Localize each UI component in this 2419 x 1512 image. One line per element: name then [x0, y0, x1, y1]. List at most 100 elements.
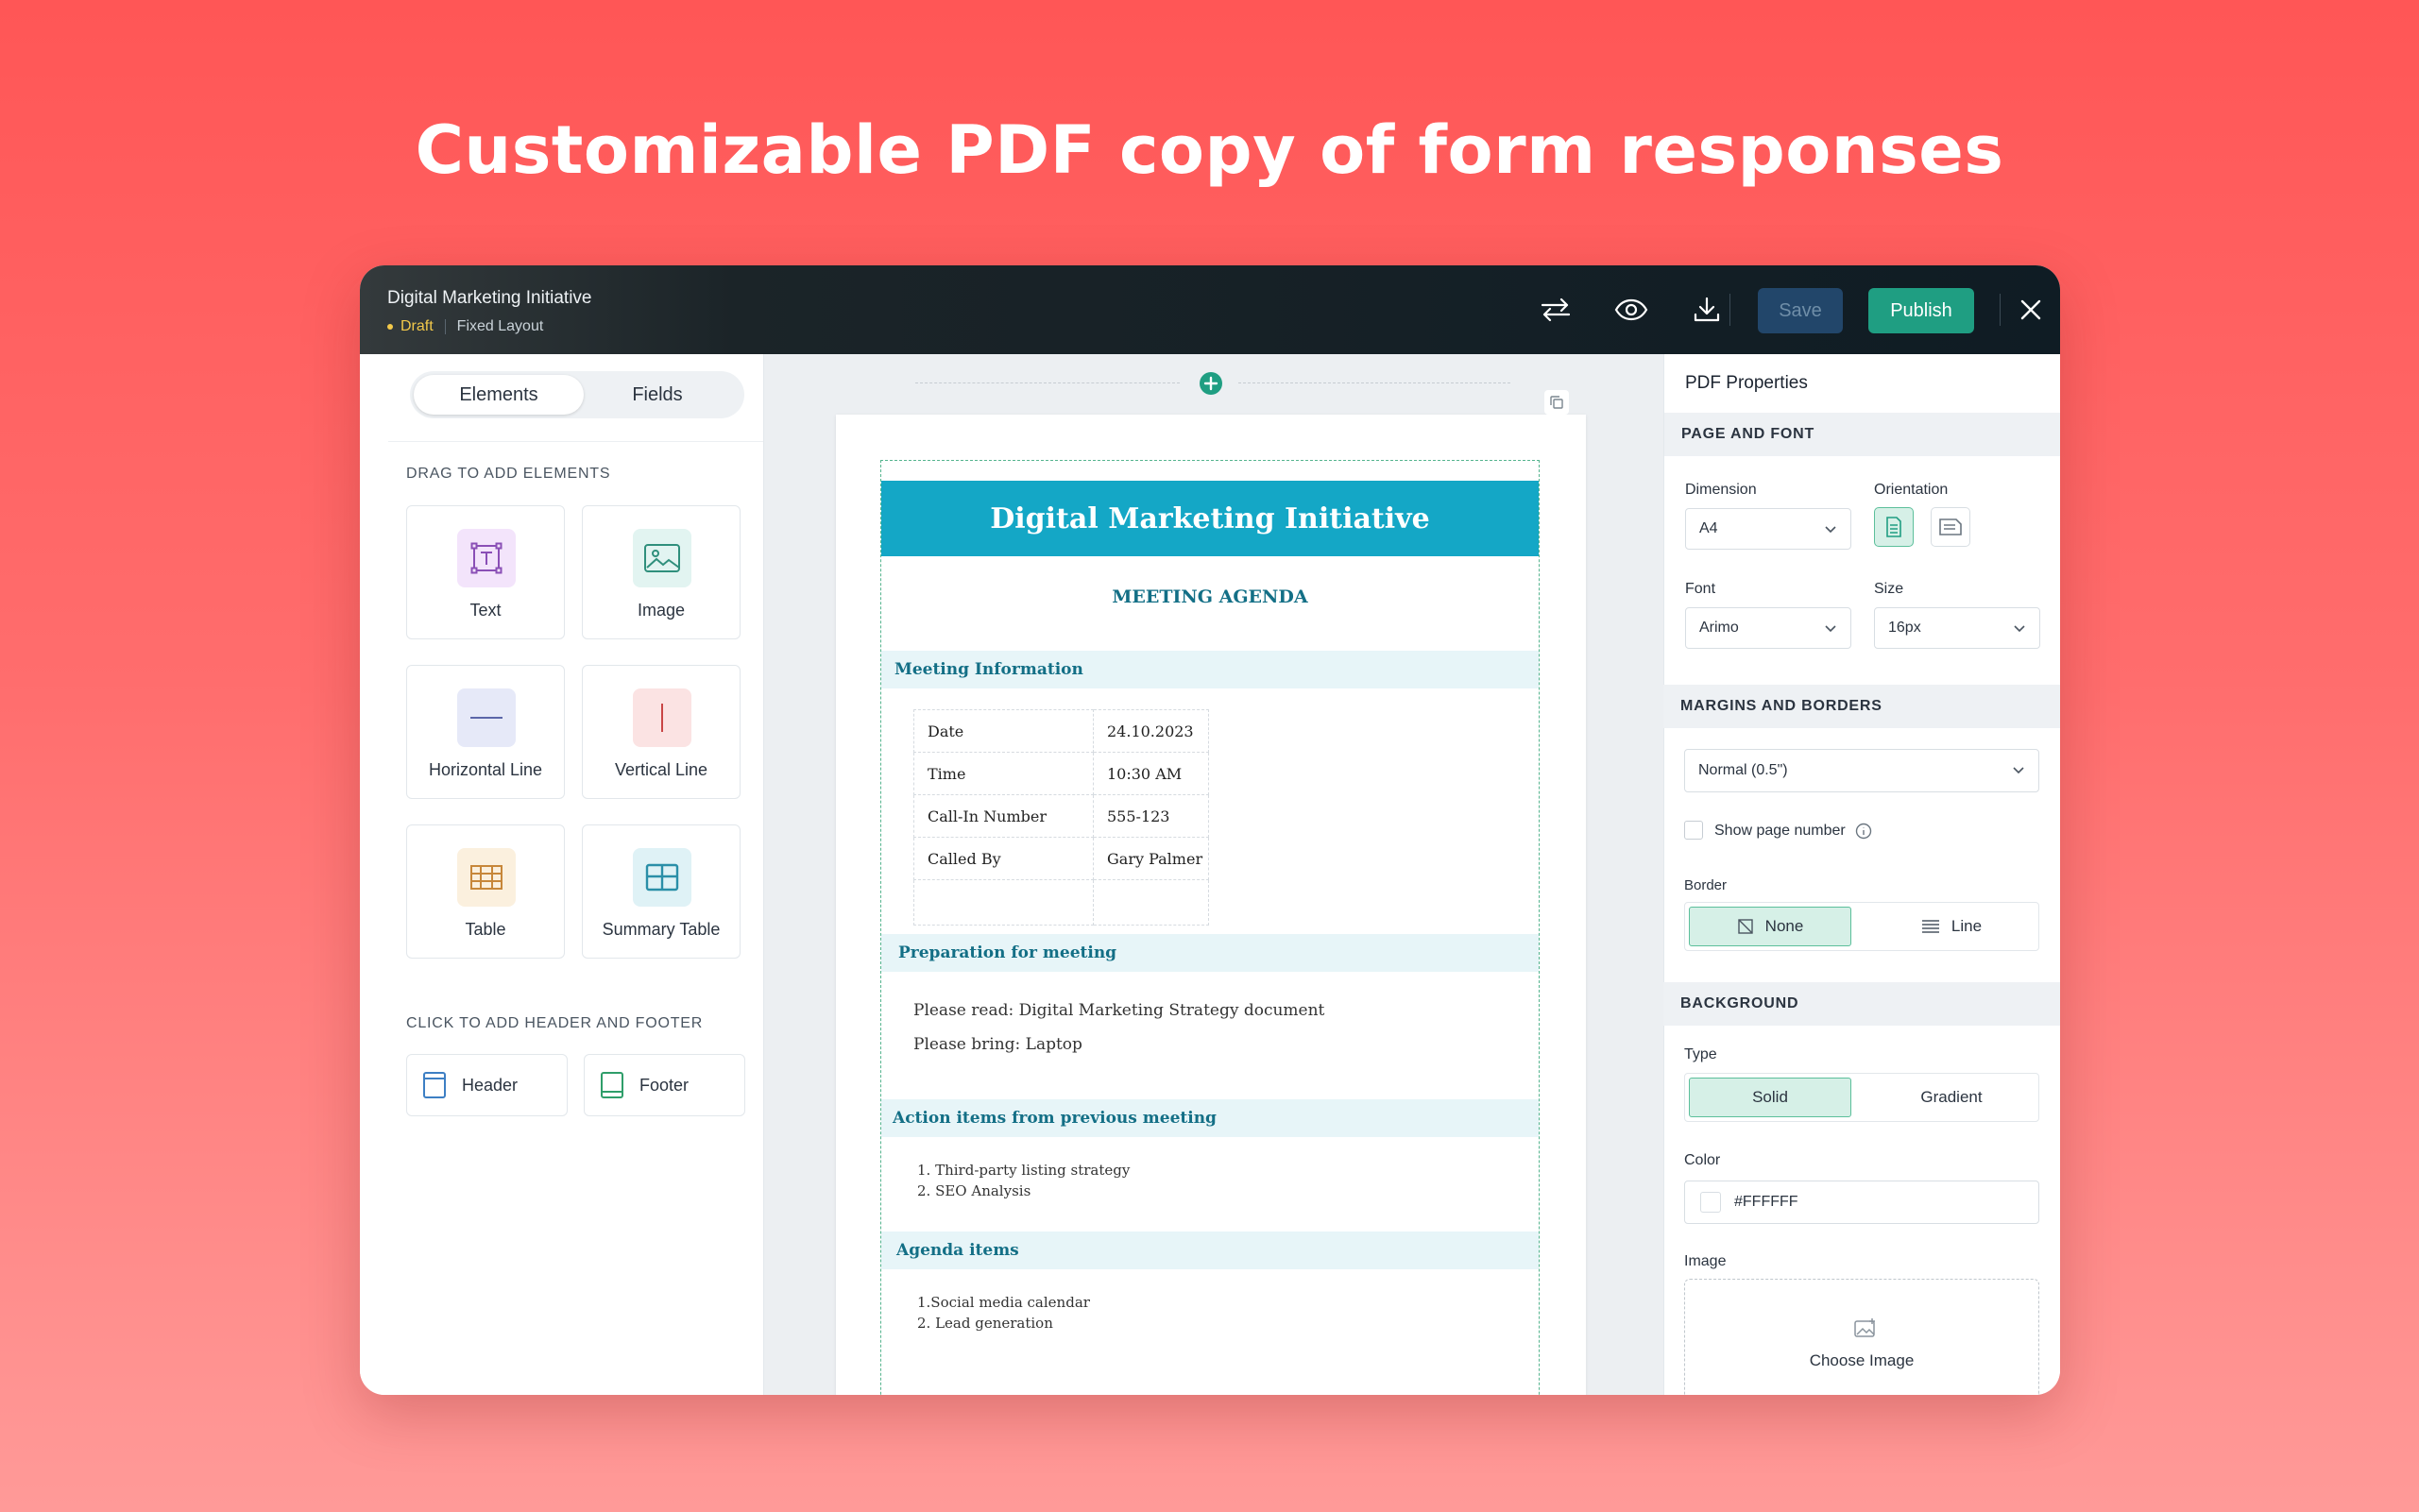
layout-label: Fixed Layout [456, 318, 544, 334]
chevron-down-icon [2013, 767, 2024, 774]
table-row: Date 24.10.2023 [913, 709, 1209, 753]
duplicate-page-icon[interactable] [1544, 390, 1569, 415]
headline: Customizable PDF copy of form responses [415, 111, 2004, 189]
element-label: Text [469, 601, 502, 620]
panel-tabs: Elements Fields [410, 371, 744, 418]
section-heading[interactable]: Preparation for meeting [881, 934, 1539, 972]
pdf-properties-lower: MARGINS AND BORDERS Normal (0.5") Show p… [1663, 354, 2060, 1395]
publish-button[interactable]: Publish [1868, 288, 1974, 333]
margin-select[interactable]: Normal (0.5") [1684, 749, 2039, 792]
element-label: Table [465, 920, 506, 939]
doc-subtitle[interactable]: MEETING AGENDA [881, 586, 1539, 607]
add-section-icon[interactable] [1199, 371, 1223, 400]
image-icon [633, 529, 691, 587]
top-bar: Digital Marketing Initiative Draft Fixed… [360, 265, 2060, 354]
section-heading[interactable]: Agenda items [881, 1232, 1539, 1269]
table-row: Call-In Number 555-123 [913, 794, 1209, 838]
drag-section-label: DRAG TO ADD ELEMENTS [406, 466, 611, 482]
no-border-icon [1737, 919, 1753, 934]
color-label: Color [1684, 1152, 1721, 1168]
toolbar-divider [1729, 294, 1730, 326]
border-none-label: None [1764, 917, 1804, 935]
table-cell: 555-123 [1093, 794, 1209, 838]
element-table[interactable]: Table [406, 824, 565, 959]
element-vertical-line[interactable]: Vertical Line [582, 665, 741, 799]
add-header-button[interactable]: Header [406, 1054, 568, 1116]
doc-line: 2. Lead generation [917, 1315, 1053, 1332]
header-icon [423, 1072, 446, 1098]
element-horizontal-line[interactable]: Horizontal Line [406, 665, 565, 799]
save-button[interactable]: Save [1758, 288, 1843, 333]
background-type-toggle: Solid Gradient [1684, 1073, 2039, 1122]
doc-line: 2. SEO Analysis [917, 1182, 1031, 1199]
table-cell: 10:30 AM [1093, 752, 1209, 795]
color-input[interactable]: #FFFFFF [1684, 1181, 2039, 1224]
tab-fields[interactable]: Fields [572, 375, 742, 415]
add-footer-button[interactable]: Footer [584, 1054, 745, 1116]
table-cell: 24.10.2023 [1093, 709, 1209, 753]
margin-value: Normal (0.5") [1698, 762, 1788, 778]
swap-arrows-icon[interactable] [1537, 291, 1575, 329]
divider [388, 441, 763, 442]
element-text[interactable]: Text [406, 505, 565, 639]
type-solid-button[interactable]: Solid [1689, 1078, 1851, 1117]
header-footer-section-label: CLICK TO ADD HEADER AND FOOTER [406, 1015, 704, 1031]
doc-line: 1. Third-party listing strategy [917, 1162, 1131, 1179]
table-cell: Call-In Number [913, 794, 1094, 838]
border-toggle: None Line [1684, 902, 2039, 951]
choose-image-label: Choose Image [1809, 1351, 1915, 1369]
table-cell [1093, 879, 1209, 926]
dashed-guide [915, 382, 1180, 383]
section-heading[interactable]: Action items from previous meeting [881, 1099, 1539, 1137]
element-label: Image [637, 601, 686, 620]
color-swatch[interactable] [1700, 1192, 1721, 1213]
doc-line: Please bring: Laptop [913, 1035, 1082, 1054]
footer-label: Footer [639, 1075, 690, 1095]
dashed-guide [1238, 382, 1510, 383]
doc-line: Please read: Digital Marketing Strategy … [913, 1001, 1325, 1020]
elements-panel: Elements Fields DRAG TO ADD ELEMENTS Tex… [360, 354, 764, 1395]
image-label: Image [1684, 1253, 1727, 1269]
type-gradient-button[interactable]: Gradient [1870, 1078, 2033, 1117]
table-cell: Called By [913, 837, 1094, 880]
border-none-button[interactable]: None [1689, 907, 1851, 946]
lines-icon [1921, 920, 1939, 933]
vertical-line-icon [633, 688, 691, 747]
border-line-button[interactable]: Line [1870, 907, 2033, 946]
table-icon [457, 848, 516, 907]
table-row: Called By Gary Palmer [913, 837, 1209, 880]
info-icon[interactable] [1855, 823, 1872, 840]
doc-banner[interactable]: Digital Marketing Initiative [881, 481, 1539, 556]
status-badge: Draft [400, 318, 434, 334]
choose-image-dropzone[interactable]: Choose Image [1684, 1279, 2039, 1395]
background-band: BACKGROUND [1663, 982, 2060, 1026]
section-heading[interactable]: Meeting Information [881, 651, 1539, 688]
eye-icon[interactable] [1612, 291, 1650, 329]
element-image[interactable]: Image [582, 505, 741, 639]
pdf-canvas: Digital Marketing Initiative MEETING AGE… [764, 354, 1663, 1395]
element-summary-table[interactable]: Summary Table [582, 824, 741, 959]
table-row: Time 10:30 AM [913, 752, 1209, 795]
show-page-number-row: Show page number [1714, 823, 1872, 840]
table-cell: Time [913, 752, 1094, 795]
horizontal-line-icon [457, 688, 516, 747]
pdf-page: Digital Marketing Initiative MEETING AGE… [836, 390, 1586, 1395]
table-cell [913, 879, 1094, 926]
toolbar-divider [2000, 294, 2001, 326]
table-row [913, 879, 1209, 926]
table-cell: Gary Palmer [1093, 837, 1209, 880]
status-dot [387, 324, 393, 330]
border-label: Border [1684, 877, 1728, 893]
element-label: Horizontal Line [428, 760, 543, 779]
element-label: Vertical Line [614, 760, 708, 779]
download-icon[interactable] [1688, 291, 1726, 329]
element-label: Summary Table [602, 920, 721, 939]
margins-band-visible: MARGINS AND BORDERS [1663, 685, 2060, 728]
show-page-number-label: Show page number [1714, 823, 1846, 839]
show-page-number-checkbox[interactable] [1684, 821, 1703, 840]
doc-line: 1.Social media calendar [917, 1294, 1090, 1311]
tab-elements[interactable]: Elements [414, 375, 584, 415]
close-icon[interactable] [2012, 291, 2050, 329]
meeting-info-table[interactable]: Date 24.10.2023 Time 10:30 AM Call-In Numb… [913, 709, 1209, 926]
header-label: Header [462, 1075, 519, 1095]
